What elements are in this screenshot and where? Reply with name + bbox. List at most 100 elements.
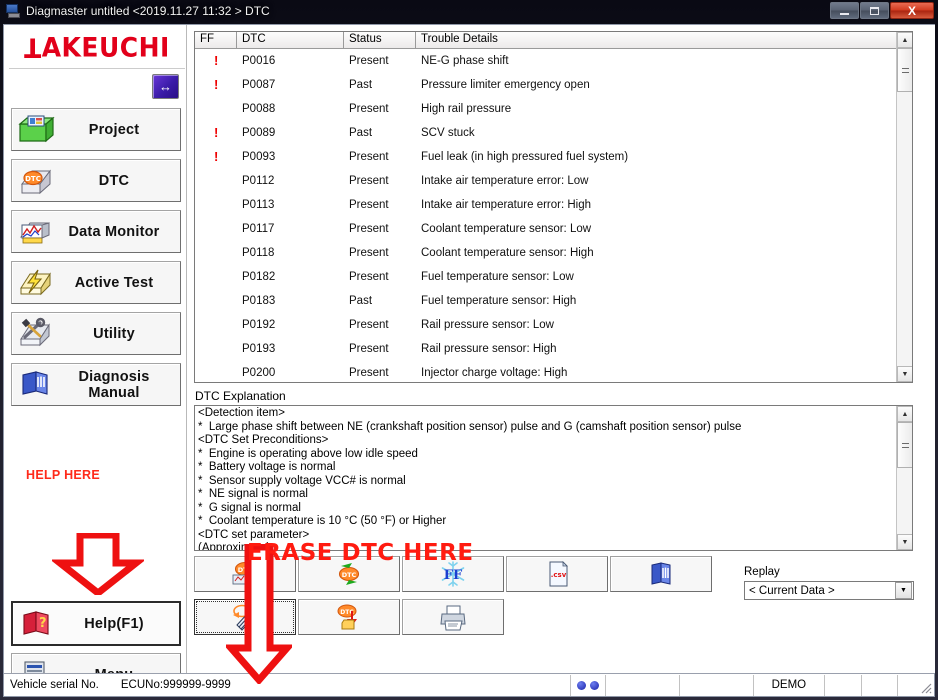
table-row[interactable]: P0192 Present Rail pressure sensor: Low [195,313,912,337]
scroll-thumb[interactable] [897,48,912,92]
cell-dtc: P0112 [242,175,275,187]
scroll-thumb[interactable] [897,422,912,468]
table-row[interactable]: P0112 Present Intake air temperature error… [195,169,912,193]
table-row[interactable]: P0088 Present High rail pressure [195,97,912,121]
dtc-explanation-scrollbar[interactable]: ▲ ▼ [896,406,912,550]
window-title: Diagmaster untitled <2019.11.27 11:32 > … [26,4,270,18]
dtc-table-scrollbar[interactable]: ▲ ▼ [896,32,912,382]
vehicle-serial-label: Vehicle serial No. [10,679,99,691]
table-row[interactable]: P0113 Present Intake air temperature error… [195,193,912,217]
table-row[interactable]: P0117 Present Coolant temperature sensor: … [195,217,912,241]
cell-dtc: P0182 [242,271,276,283]
table-row[interactable]: P0182 Present Fuel temperature sensor: Low [195,265,912,289]
client-area: TAKEUCHI ↔ Project DTC DTC Data Monitor … [3,24,935,697]
cell-details: Pressure limiter emergency open [421,79,590,91]
cell-details: SCV stuck [421,127,475,139]
cell-dtc: P0117 [242,223,275,235]
dtc-table: FF DTC Status Trouble Details ! P0016 Pres… [194,31,913,383]
status-segment-blank-3 [825,674,862,696]
table-row[interactable]: P0200 Present Injector charge voltage: Hig… [195,361,912,382]
cell-ff: ! [195,54,237,68]
scroll-down-icon[interactable]: ▼ [897,366,912,382]
app-monitor-icon [5,3,21,19]
cell-status: Present [349,175,389,187]
status-bar: Vehicle serial No. ECUNo:999999-9999 DEM… [4,673,934,696]
sidebar-item-dtc[interactable]: DTC DTC [11,159,181,202]
scroll-up-icon[interactable]: ▲ [897,32,912,48]
maximize-button[interactable] [860,2,889,19]
cell-status: Present [349,343,389,355]
cell-status: Past [349,127,373,139]
table-row[interactable]: P0118 Present Coolant temperature sensor: … [195,241,912,265]
erase-dtc-icon [233,604,254,631]
print-button[interactable] [402,599,504,635]
replay-select[interactable]: < Current Data > ▼ [744,581,914,600]
dtc-explanation-box[interactable]: <Detection item> * Large phase shift bet… [194,405,913,551]
svg-text:DTC: DTC [238,566,253,574]
dtc-explanation-label: DTC Explanation [195,389,286,403]
freeze-frame-button[interactable]: FF [402,556,504,592]
cell-dtc: P0193 [242,343,276,355]
cell-status: Present [349,247,389,259]
ff-snowflake-icon: FF [441,561,465,587]
sidebar-item-data-monitor[interactable]: Data Monitor [11,210,181,253]
column-header-dtc[interactable]: DTC [237,32,344,48]
dtc-read-icon: DTC [232,561,256,588]
dtc-refresh-icon: DTC [338,563,360,585]
expand-collapse-icon[interactable]: ↔ [152,74,179,99]
active-test-icon [16,266,56,300]
cell-details: Fuel temperature sensor: Low [421,271,574,283]
cell-details: Rail pressure sensor: Low [421,319,554,331]
main-panel: FF DTC Status Trouble Details ! P0016 Pres… [188,25,935,673]
application-window: Diagmaster untitled <2019.11.27 11:32 > … [0,0,938,700]
cell-status: Present [349,319,389,331]
table-row[interactable]: ! P0093 Present Fuel leak (in high pressure… [195,145,912,169]
window-controls: X [830,2,934,19]
sidebar-item-label: DTC [98,172,130,189]
warning-icon: ! [214,78,219,92]
help-button-label: Help(F1) [84,615,144,632]
table-row[interactable]: ! P0089 Past SCV stuck [195,121,912,145]
scroll-down-icon[interactable]: ▼ [897,534,912,550]
toolbar-row-1: DTC DTC FF .csv [194,556,714,592]
dtc-table-header: FF DTC Status Trouble Details [195,32,912,49]
column-header-ff[interactable]: FF [195,32,237,48]
help-button[interactable]: ? Help(F1) [11,601,181,646]
cell-dtc: P0118 [242,247,275,259]
column-header-status[interactable]: Status [344,32,416,48]
status-vehicle-segment: Vehicle serial No. ECUNo:999999-9999 [4,674,572,696]
chevron-down-icon[interactable]: ▼ [895,582,912,599]
sidebar-item-diagnosis-manual[interactable]: Diagnosis Manual [11,363,181,406]
status-segment-blank-4 [862,674,898,696]
sidebar-down-arrow-annotation [49,531,147,598]
table-row[interactable]: ! P0016 Present NE-G phase shift [195,49,912,73]
table-row[interactable]: P0183 Past Fuel temperature sensor: High [195,289,912,313]
table-row[interactable]: ! P0087 Past Pressure limiter emergency ope… [195,73,912,97]
led-indicator [577,680,587,690]
refresh-dtc-button[interactable]: DTC [298,556,400,592]
resize-grip[interactable] [918,680,932,694]
sidebar-item-utility[interactable]: Utility [11,312,181,355]
close-button[interactable]: X [890,2,934,19]
read-dtc-button[interactable]: DTC [194,556,296,592]
scroll-up-icon[interactable]: ▲ [897,406,912,422]
save-dtc-button[interactable]: DTC [298,599,400,635]
utility-tools-icon [16,317,56,351]
cell-details: Injector charge voltage: High [421,367,568,379]
cell-details: Rail pressure sensor: High [421,343,557,355]
cell-status: Present [349,55,389,67]
brand-logo: TAKEUCHI [9,27,185,69]
sidebar-item-active-test[interactable]: Active Test [11,261,181,304]
table-row[interactable]: P0193 Present Rail pressure sensor: High [195,337,912,361]
export-csv-button[interactable]: .csv [506,556,608,592]
sidebar-item-project[interactable]: Project [11,108,181,151]
cell-dtc: P0089 [242,127,276,139]
cell-status: Present [349,151,389,163]
diagnosis-manual-button[interactable] [610,556,712,592]
column-header-details[interactable]: Trouble Details [416,32,912,48]
minimize-button[interactable] [830,2,859,19]
erase-dtc-button[interactable] [194,599,296,635]
warning-icon: ! [214,126,219,140]
csv-file-icon: .csv [549,561,568,587]
help-book-icon: ? [17,607,57,641]
